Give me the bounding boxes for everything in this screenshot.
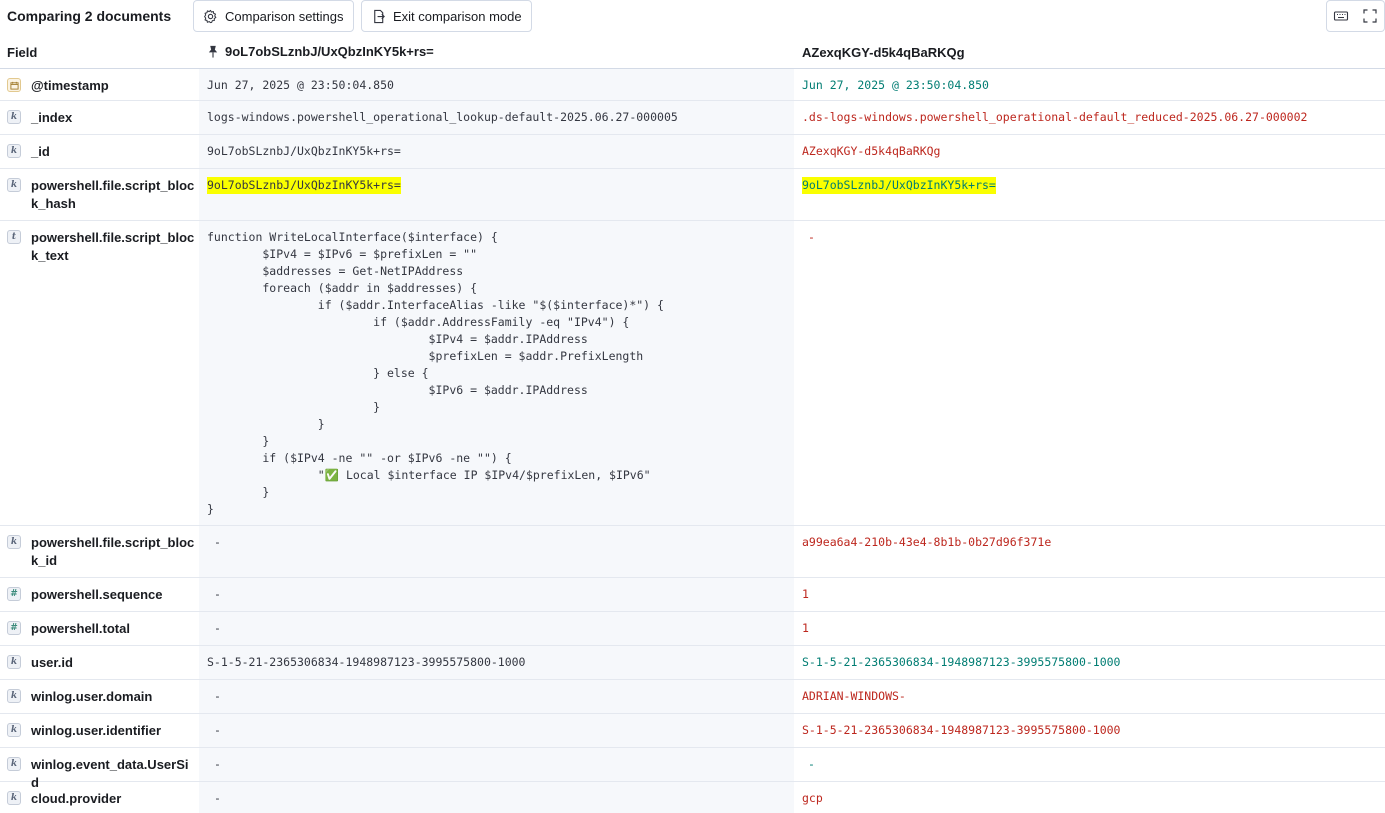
keyword-type-icon: k [7,723,21,737]
number-type-icon: # [7,587,21,601]
document-b-value: ADRIAN-WINDOWS- [802,689,906,703]
field-name: winlog.user.identifier [31,723,162,738]
document-b-value: 1 [802,587,809,601]
field-name: powershell.file.script_block_text [31,230,195,263]
table-row: k powershell.file.script_block_hash 9oL7ob… [0,169,1385,221]
fullscreen-icon [1362,9,1377,23]
document-a-id: 9oL7obSLznbJ/UxQbzInKY5k+rs= [225,44,434,59]
fullscreen-button[interactable] [1355,0,1385,32]
document-b-value: gcp [802,791,823,805]
document-b-value: .ds-logs-windows.powershell_operational-… [802,110,1308,124]
page-title: Comparing 2 documents [7,8,172,24]
exit-comparison-button[interactable]: Exit comparison mode [361,0,532,32]
document-b-value: Jun 27, 2025 @ 23:50:04.850 [802,78,989,92]
document-b-value: a99ea6a4-210b-43e4-8b1b-0b27d96f371e [802,535,1052,549]
text-type-icon: t [7,230,21,244]
document-a-value: Jun 27, 2025 @ 23:50:04.850 [207,78,394,92]
field-cell[interactable]: # powershell.total [7,620,195,638]
document-a-value: function WriteLocalInterface($interface)… [207,230,664,516]
keyword-type-icon: k [7,689,21,703]
field-name: powershell.file.script_block_id [31,535,195,568]
field-name: winlog.user.domain [31,689,153,704]
field-cell[interactable]: k powershell.file.script_block_id [7,534,195,570]
table-row: k _index logs-windows.powershell_operation… [0,101,1385,135]
document-a-value: - [214,689,221,703]
grid-header: Field 9oL7obSLznbJ/UxQbzInKY5k+rs= AZexq… [0,34,1385,69]
field-column-header: Field [7,45,38,60]
keyword-type-icon: k [7,110,21,124]
document-a-value: - [214,791,221,805]
field-cell[interactable]: k winlog.user.identifier [7,722,195,740]
field-cell[interactable]: k _id [7,143,195,161]
field-cell[interactable]: k powershell.file.script_block_hash [7,177,195,213]
comparison-toolbar: Comparing 2 documents Comparison setting… [0,0,1385,34]
table-row: k powershell.file.script_block_id - a99ea6a… [0,526,1385,578]
field-cell[interactable]: k _index [7,109,195,127]
document-b-value: S-1-5-21-2365306834-1948987123-399557580… [802,723,1121,737]
field-name: powershell.file.script_block_hash [31,178,195,211]
document-b-value: 9oL7obSLznbJ/UxQbzInKY5k+rs= [802,177,996,194]
document-a-value: S-1-5-21-2365306834-1948987123-399557580… [207,655,526,669]
field-name: cloud.provider [31,791,122,806]
table-row: t powershell.file.script_block_text functi… [0,221,1385,526]
keyword-type-icon: k [7,144,21,158]
field-name: @timestamp [31,78,109,93]
keyword-type-icon: k [7,655,21,669]
table-row: k winlog.event_data.UserSid - - [0,748,1385,790]
document-a-value: - [214,587,221,601]
field-cell[interactable]: k user.id [7,654,195,672]
comparison-grid: Field 9oL7obSLznbJ/UxQbzInKY5k+rs= AZexq… [0,34,1385,813]
field-name: powershell.total [31,621,130,636]
document-b-value: AZexqKGY-d5k4qBaRKQg [802,144,941,158]
table-row: k winlog.user.domain - ADRIAN-WINDOWS- [0,680,1385,714]
keyboard-shortcuts-button[interactable] [1326,0,1356,32]
calendar-icon [7,78,21,92]
keyword-type-icon: k [7,791,21,805]
keyword-type-icon: k [7,535,21,549]
document-a-value: - [214,535,221,549]
field-name: user.id [31,655,73,670]
document-a-value: 9oL7obSLznbJ/UxQbzInKY5k+rs= [207,177,401,194]
field-cell[interactable]: k cloud.provider [7,790,195,808]
table-row: # powershell.sequence - 1 [0,578,1385,612]
table-row: k user.id S-1-5-21-2365306834-1948987123-3… [0,646,1385,680]
exit-icon [374,9,385,23]
document-b-value: - [808,230,815,244]
exit-comparison-label: Exit comparison mode [393,8,522,24]
table-row: # powershell.total - 1 [0,612,1385,646]
comparison-settings-button[interactable]: Comparison settings [193,0,354,32]
field-name: _index [31,110,73,125]
document-b-value: S-1-5-21-2365306834-1948987123-399557580… [802,655,1121,669]
keyword-type-icon: k [7,757,21,771]
document-a-value: - [214,621,221,635]
field-name: powershell.sequence [31,587,163,602]
keyword-type-icon: k [7,178,21,192]
number-type-icon: # [7,621,21,635]
gear-icon [204,9,217,23]
document-a-value: - [214,757,221,771]
document-a-value: 9oL7obSLznbJ/UxQbzInKY5k+rs= [207,144,401,158]
document-a-header[interactable]: 9oL7obSLznbJ/UxQbzInKY5k+rs= [207,44,434,59]
table-row: k winlog.user.identifier - S-1-5-21-2365306… [0,714,1385,748]
field-name: _id [31,144,50,159]
comparison-settings-label: Comparison settings [225,8,344,24]
table-row: k cloud.provider - gcp [0,782,1385,813]
field-cell[interactable]: @timestamp [7,77,195,95]
table-row: @timestamp Jun 27, 2025 @ 23:50:04.850 Jun… [0,69,1385,101]
pin-icon [208,45,218,58]
document-b-header[interactable]: AZexqKGY-d5k4qBaRKQg [802,45,965,60]
keyboard-icon [1333,11,1349,21]
table-row: k _id 9oL7obSLznbJ/UxQbzInKY5k+rs= AZexqKGY… [0,135,1385,169]
field-cell[interactable]: t powershell.file.script_block_text [7,229,195,265]
document-a-value: - [214,723,221,737]
document-b-value: 1 [802,621,809,635]
document-a-value: logs-windows.powershell_operational_look… [207,110,678,124]
field-cell[interactable]: k winlog.user.domain [7,688,195,706]
document-b-value: - [808,757,815,771]
field-cell[interactable]: # powershell.sequence [7,586,195,604]
